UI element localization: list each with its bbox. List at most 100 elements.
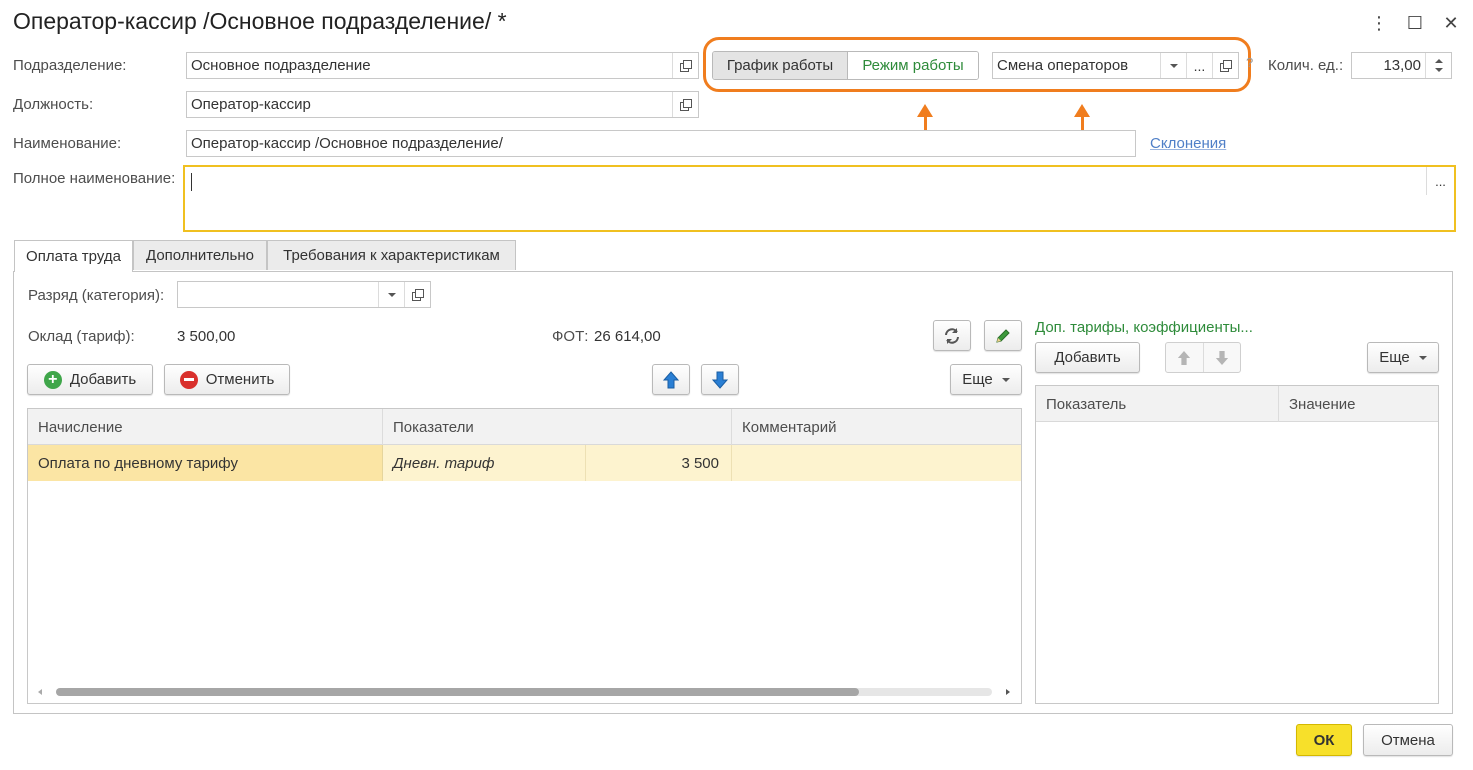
accrual-table-header: Начисление Показатели Комментарий xyxy=(28,409,1021,445)
chevron-down-icon xyxy=(1418,355,1427,360)
extra-move-down-button[interactable] xyxy=(1204,343,1241,372)
rank-dropdown-button[interactable] xyxy=(378,282,404,307)
shift-select[interactable]: Смена операторов ... xyxy=(992,52,1239,79)
extra-move-up-button[interactable] xyxy=(1166,343,1204,372)
cancel-accrual-button[interactable]: Отменить xyxy=(164,364,290,395)
ok-button[interactable]: ОК xyxy=(1296,724,1352,756)
step-down-icon[interactable] xyxy=(1435,68,1443,72)
arrow-head xyxy=(917,104,933,117)
subdivision-open-button[interactable] xyxy=(672,53,698,78)
column-header-accrual[interactable]: Начисление xyxy=(28,409,383,445)
column-header-value[interactable]: Значение xyxy=(1279,386,1438,422)
position-label: Должность: xyxy=(13,96,94,113)
chevron-down-icon xyxy=(1169,63,1178,68)
extra-table-header: Показатель Значение xyxy=(1036,386,1438,422)
name-input[interactable]: Оператор-кассир /Основное подразделение/ xyxy=(186,130,1136,157)
extra-table[interactable]: Показатель Значение xyxy=(1035,385,1439,704)
move-up-button[interactable] xyxy=(652,364,690,395)
arrow-down-icon xyxy=(712,371,728,389)
fot-label: ФОТ: xyxy=(552,328,589,345)
refresh-icon xyxy=(945,327,959,344)
window-title: Оператор-кассир /Основное подразделение/… xyxy=(13,8,507,34)
units-field[interactable]: 13,00 xyxy=(1351,52,1452,79)
scrollbar-thumb[interactable] xyxy=(56,688,859,696)
position-value: Оператор-кассир xyxy=(191,96,311,113)
open-icon xyxy=(412,289,424,301)
more-accrual-button[interactable]: Еще xyxy=(950,364,1022,395)
rank-open-button[interactable] xyxy=(404,282,430,307)
more-menu-icon[interactable]: ⋮ xyxy=(1366,10,1392,36)
add-extra-button[interactable]: Добавить xyxy=(1035,342,1140,373)
tab-requirements[interactable]: Требования к характеристикам xyxy=(267,240,516,270)
more-extra-button[interactable]: Еще xyxy=(1367,342,1439,373)
step-up-icon[interactable] xyxy=(1435,59,1443,63)
units-label: Колич. ед.: xyxy=(1268,57,1344,74)
column-header-indicators[interactable]: Показатели xyxy=(383,409,732,445)
schedule-toggle-group: График работы Режим работы xyxy=(712,51,979,80)
name-value: Оператор-кассир /Основное подразделение/ xyxy=(191,135,503,152)
amount-cell: 3 500 xyxy=(586,445,732,481)
more-extra-label: Еще xyxy=(1379,349,1410,366)
cancel-accrual-label: Отменить xyxy=(205,371,275,388)
minus-icon xyxy=(179,370,198,389)
full-name-label: Полное наименование: xyxy=(13,170,176,187)
name-label: Наименование: xyxy=(13,135,122,152)
scroll-left-icon[interactable] xyxy=(38,689,42,695)
arrow-up-icon xyxy=(1178,350,1191,365)
rank-label: Разряд (категория): xyxy=(28,287,165,304)
declensions-link[interactable]: Склонения xyxy=(1150,135,1226,152)
salary-label: Оклад (тариф): xyxy=(28,328,135,345)
shift-value: Смена операторов xyxy=(997,57,1129,74)
extra-move-group xyxy=(1165,342,1241,373)
open-icon xyxy=(680,99,692,111)
arrow-down-icon xyxy=(1215,350,1228,365)
text-cursor xyxy=(191,173,192,191)
subdivision-label: Подразделение: xyxy=(13,57,127,74)
fot-value: 26 614,00 xyxy=(594,328,661,345)
full-name-edit-button[interactable]: ... xyxy=(1426,167,1454,195)
refresh-button[interactable] xyxy=(933,320,971,351)
tab-additional[interactable]: Дополнительно xyxy=(133,240,267,270)
indicator-cell: Дневн. тариф xyxy=(383,445,586,481)
shift-dropdown-button[interactable] xyxy=(1160,53,1186,78)
chevron-down-icon xyxy=(387,292,396,297)
full-name-textarea[interactable]: ... xyxy=(183,165,1456,232)
pencil-icon xyxy=(996,328,1010,343)
column-header-comment[interactable]: Комментарий xyxy=(732,409,1021,445)
shift-choose-button[interactable]: ... xyxy=(1186,53,1212,78)
shift-open-button[interactable] xyxy=(1212,53,1238,78)
open-icon xyxy=(680,60,692,72)
units-stepper[interactable] xyxy=(1425,53,1451,78)
work-mode-button[interactable]: Режим работы xyxy=(848,52,978,79)
subdivision-field[interactable]: Основное подразделение xyxy=(186,52,699,79)
table-row[interactable]: Оплата по дневному тарифу Дневн. тариф 3… xyxy=(28,445,1021,481)
column-header-indicator[interactable]: Показатель xyxy=(1036,386,1279,422)
arrow-head xyxy=(1074,104,1090,117)
position-field[interactable]: Оператор-кассир xyxy=(186,91,699,118)
add-accrual-button[interactable]: + Добавить xyxy=(27,364,153,395)
horizontal-scrollbar[interactable] xyxy=(56,688,992,696)
more-accrual-label: Еще xyxy=(962,371,993,388)
edit-button[interactable] xyxy=(984,320,1022,351)
units-value: 13,00 xyxy=(1383,57,1421,74)
rank-select[interactable] xyxy=(177,281,431,308)
move-down-button[interactable] xyxy=(701,364,739,395)
plus-icon: + xyxy=(43,370,62,389)
position-open-button[interactable] xyxy=(672,92,698,117)
open-icon xyxy=(1220,60,1232,72)
scroll-right-icon[interactable] xyxy=(1006,689,1010,695)
salary-value: 3 500,00 xyxy=(177,328,236,345)
accrual-table[interactable]: Начисление Показатели Комментарий Оплата… xyxy=(27,408,1022,704)
maximize-icon[interactable]: ☐ xyxy=(1402,10,1428,36)
tab-pay[interactable]: Оплата труда xyxy=(14,240,133,272)
chevron-down-icon xyxy=(1001,377,1010,382)
work-schedule-button[interactable]: График работы xyxy=(713,52,848,79)
close-icon[interactable]: ✕ xyxy=(1438,10,1464,36)
cancel-button[interactable]: Отмена xyxy=(1363,724,1453,756)
subdivision-value: Основное подразделение xyxy=(191,57,371,74)
help-mark[interactable]: ? xyxy=(1246,55,1253,70)
accrual-cell: Оплата по дневному тарифу xyxy=(28,445,383,481)
arrow-up-icon xyxy=(663,370,679,388)
add-accrual-label: Добавить xyxy=(69,371,137,388)
extra-tariffs-title: Доп. тарифы, коэффициенты... xyxy=(1035,319,1253,336)
